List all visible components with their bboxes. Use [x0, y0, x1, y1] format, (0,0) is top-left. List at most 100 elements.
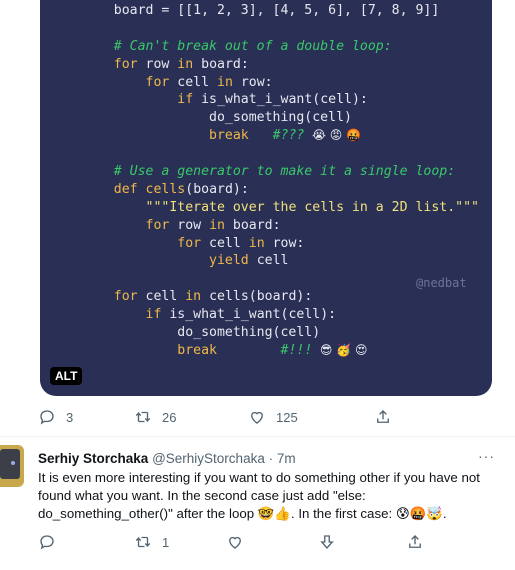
code-token: do_something(cell) [82, 110, 352, 126]
code-line: # Can't break out of a double loop: [82, 38, 479, 56]
reply-icon [40, 535, 54, 550]
code-token: cells [145, 181, 186, 197]
code-token: in [248, 235, 265, 251]
share-button[interactable] [406, 533, 424, 551]
code-line: for row in board: [82, 217, 479, 235]
code-token: board: [193, 56, 249, 72]
code-line: break #!!! 😎 🥳 😍 [82, 342, 479, 360]
reply-text: It is even more interesting if you want … [38, 470, 480, 521]
separator-dot: · [268, 451, 274, 466]
code-line: if is_what_i_want(cell): [82, 306, 479, 324]
code-token: """Iterate over the cells in a 2D list."… [145, 199, 479, 215]
code-line: break #??? 😭 😡 🤬 [82, 127, 479, 145]
code-token: row [169, 217, 210, 233]
author-handle[interactable]: @SerhiyStorchaka [152, 451, 265, 466]
code-token: cell [201, 235, 249, 251]
avatar-image [0, 449, 20, 479]
retweet-count: 26 [162, 409, 177, 425]
code-token: for [145, 74, 170, 90]
retweet-icon [135, 536, 151, 548]
code-token: is_what_i_want(cell): [161, 307, 337, 323]
code-line: ​ [82, 145, 479, 163]
reply-header: Serhiy Storchaka @SerhiyStorchaka · 7m [38, 451, 296, 466]
author-name[interactable]: Serhiy Storchaka [38, 451, 148, 466]
code-block: board = [[1, 2, 3], [4, 5, 6], [7, 8, 9]… [82, 2, 479, 360]
code-token: board: [224, 217, 281, 233]
code-token: row [137, 56, 178, 72]
code-line: for cell in row: [82, 235, 479, 253]
code-token: cell [169, 74, 217, 90]
code-line: # Use a generator to make it a single lo… [82, 163, 479, 181]
code-token: #!!! [216, 342, 313, 358]
code-token: for [177, 235, 202, 251]
reply-button[interactable] [38, 533, 134, 551]
share-icon [377, 410, 389, 423]
code-line: yield cell [82, 252, 479, 270]
code-token: for [145, 217, 170, 233]
timestamp[interactable]: 7m [277, 451, 296, 466]
code-line: do_something(cell) [82, 109, 479, 127]
reply-action-bar: 1 [38, 531, 468, 553]
like-count: 125 [276, 409, 298, 425]
heart-icon [229, 536, 241, 549]
code-line: for cell in row: [82, 74, 479, 92]
retweet-icon [135, 411, 151, 423]
code-image[interactable]: board = [[1, 2, 3], [4, 5, 6], [7, 8, 9]… [40, 0, 492, 396]
code-line: def cells(board): [82, 181, 479, 199]
code-token: for [113, 289, 138, 305]
code-token: in [177, 56, 194, 72]
code-token: break [209, 128, 249, 144]
code-line: board = [[1, 2, 3], [4, 5, 6], [7, 8, 9]… [82, 2, 479, 20]
code-token: break [177, 342, 217, 358]
more-options-icon[interactable]: ··· [478, 448, 495, 464]
code-token: row: [232, 74, 273, 90]
avatar[interactable] [0, 445, 24, 487]
like-button[interactable] [226, 533, 318, 551]
downvote-button[interactable] [318, 533, 406, 551]
retweet-button[interactable]: 1 [134, 533, 226, 551]
reply-button[interactable]: 3 [38, 408, 134, 426]
code-token: yield [209, 253, 249, 269]
code-line: for row in board: [82, 56, 479, 74]
code-line: do_something(cell) [82, 324, 479, 342]
reply-icon [40, 410, 54, 425]
code-token: def [113, 181, 138, 197]
emoji-icons: 😎 🥳 😍 [312, 342, 368, 357]
like-button[interactable]: 125 [248, 408, 374, 426]
heart-icon [251, 411, 263, 424]
code-token: do_something(cell) [82, 325, 321, 341]
alt-badge[interactable]: ALT [50, 367, 83, 385]
code-token: # Use a generator to make it a single lo… [82, 164, 456, 180]
code-line: if is_what_i_want(cell): [82, 91, 479, 109]
code-token: # Can't break out of a double loop: [82, 38, 392, 54]
code-token: in [185, 289, 202, 305]
emoji-icons: 😭 😡 🤬 [304, 128, 362, 143]
divider [0, 436, 515, 437]
code-token: if [145, 307, 162, 323]
code-token: #??? [248, 128, 305, 144]
retweet-button[interactable]: 26 [134, 408, 248, 426]
retweet-count: 1 [162, 534, 170, 550]
code-token: is_what_i_want(cell): [193, 92, 368, 108]
share-button[interactable] [374, 408, 392, 426]
code-token: in [209, 217, 225, 233]
code-token: if [177, 92, 194, 108]
watermark: @nedbat [416, 276, 467, 290]
code-line: """Iterate over the cells in a 2D list."… [82, 199, 479, 217]
code-line: for cell in cells(board): [82, 288, 479, 306]
code-token: board = [[1, 2, 3], [4, 5, 6], [7, 8, 9]… [82, 3, 440, 18]
code-token: cells(board): [201, 289, 313, 305]
code-token: cell [248, 253, 289, 269]
